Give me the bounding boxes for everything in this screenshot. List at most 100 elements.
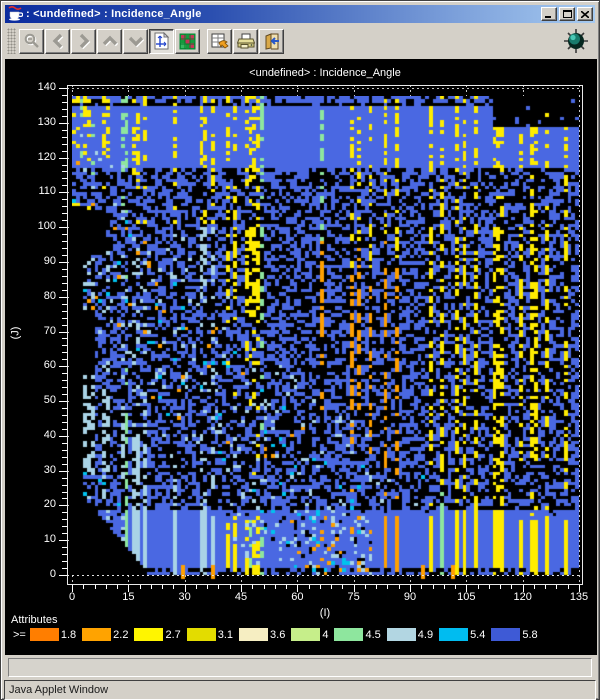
y-minor-tick bbox=[62, 130, 67, 131]
y-minor-tick bbox=[62, 492, 67, 493]
x-minor-tick bbox=[568, 585, 569, 589]
legend-value: 1.8 bbox=[61, 629, 76, 641]
up-button[interactable] bbox=[97, 29, 122, 54]
exit-door-icon bbox=[263, 33, 281, 50]
y-minor-tick bbox=[62, 373, 67, 374]
down-button[interactable] bbox=[123, 29, 148, 54]
y-minor-tick bbox=[62, 206, 67, 207]
print-button[interactable] bbox=[233, 29, 258, 54]
legend-swatch bbox=[291, 628, 320, 641]
toolbar-grip[interactable] bbox=[7, 28, 16, 54]
y-minor-tick bbox=[62, 178, 67, 179]
close-button[interactable] bbox=[577, 7, 593, 21]
x-minor-tick bbox=[117, 585, 118, 589]
chevron-left-icon bbox=[50, 33, 66, 49]
y-tick-label: 90 bbox=[15, 255, 56, 267]
y-minor-tick bbox=[62, 464, 67, 465]
plot-title: <undefined> : Incidence_Angle bbox=[67, 67, 583, 79]
plot-view-button[interactable] bbox=[149, 29, 174, 54]
previous-button[interactable] bbox=[45, 29, 70, 54]
y-minor-tick bbox=[62, 95, 67, 96]
chevron-right-icon bbox=[76, 33, 92, 49]
x-minor-tick bbox=[421, 585, 422, 589]
y-tick-label: 0 bbox=[15, 568, 56, 580]
y-major-tick bbox=[59, 227, 67, 228]
y-minor-tick bbox=[62, 457, 67, 458]
y-major-tick bbox=[59, 332, 67, 333]
x-tick-label: 75 bbox=[334, 591, 374, 603]
x-minor-tick bbox=[534, 585, 535, 589]
x-tick-label: 90 bbox=[390, 591, 430, 603]
y-minor-tick bbox=[62, 304, 67, 305]
x-tick-label: 45 bbox=[221, 591, 261, 603]
legend-value: 4.9 bbox=[418, 629, 433, 641]
x-minor-tick bbox=[511, 585, 512, 589]
y-minor-tick bbox=[62, 338, 67, 339]
y-minor-tick bbox=[62, 512, 67, 513]
x-minor-tick bbox=[376, 585, 377, 589]
applet-logo-icon bbox=[563, 28, 589, 54]
y-minor-tick bbox=[62, 429, 67, 430]
x-minor-tick bbox=[365, 585, 366, 589]
y-minor-tick bbox=[62, 241, 67, 242]
x-axis-label: (I) bbox=[305, 607, 345, 619]
y-major-tick bbox=[59, 88, 67, 89]
minimize-icon bbox=[545, 11, 553, 18]
legend-swatch bbox=[387, 628, 416, 641]
y-minor-tick bbox=[62, 318, 67, 319]
y-tick-label: 60 bbox=[15, 359, 56, 371]
y-minor-tick bbox=[62, 443, 67, 444]
y-minor-tick bbox=[62, 234, 67, 235]
x-minor-tick bbox=[455, 585, 456, 589]
y-minor-tick bbox=[62, 526, 67, 527]
plot-frame bbox=[67, 85, 583, 585]
toolbar bbox=[5, 23, 595, 59]
export-table-button[interactable] bbox=[207, 29, 232, 54]
x-minor-tick bbox=[218, 585, 219, 589]
raster-view-button[interactable] bbox=[175, 29, 200, 54]
x-minor-tick bbox=[320, 585, 321, 589]
exit-button[interactable] bbox=[259, 29, 284, 54]
y-minor-tick bbox=[62, 485, 67, 486]
applet-banner: Java Applet Window bbox=[4, 680, 596, 700]
plot-view-icon bbox=[153, 32, 170, 50]
maximize-button[interactable] bbox=[559, 7, 575, 21]
title-bar[interactable]: : <undefined> : Incidence_Angle bbox=[5, 5, 595, 23]
x-tick-label: 30 bbox=[165, 591, 205, 603]
y-major-tick bbox=[59, 401, 67, 402]
x-minor-tick bbox=[207, 585, 208, 589]
legend-swatch bbox=[187, 628, 216, 641]
x-minor-tick bbox=[286, 585, 287, 589]
x-minor-tick bbox=[173, 585, 174, 589]
y-major-tick bbox=[59, 158, 67, 159]
x-minor-tick bbox=[83, 585, 84, 589]
x-minor-tick bbox=[342, 585, 343, 589]
legend-swatch bbox=[239, 628, 268, 641]
y-minor-tick bbox=[62, 137, 67, 138]
y-major-tick bbox=[59, 297, 67, 298]
y-minor-tick bbox=[62, 276, 67, 277]
y-minor-tick bbox=[62, 533, 67, 534]
y-axis-label: (J) bbox=[9, 327, 21, 340]
y-minor-tick bbox=[62, 345, 67, 346]
y-tick-label: 120 bbox=[15, 151, 56, 163]
y-minor-tick bbox=[62, 165, 67, 166]
close-icon bbox=[581, 11, 589, 18]
minimize-button[interactable] bbox=[541, 7, 557, 21]
legend-swatch bbox=[334, 628, 363, 641]
applet-window: : <undefined> : Incidence_Angle bbox=[0, 0, 600, 700]
zoom-out-button[interactable] bbox=[19, 29, 44, 54]
y-minor-tick bbox=[62, 547, 67, 548]
y-minor-tick bbox=[62, 248, 67, 249]
next-button[interactable] bbox=[71, 29, 96, 54]
y-tick-label: 30 bbox=[15, 464, 56, 476]
y-minor-tick bbox=[62, 359, 67, 360]
y-minor-tick bbox=[62, 387, 67, 388]
x-minor-tick bbox=[433, 585, 434, 589]
x-minor-tick bbox=[399, 585, 400, 589]
legend-swatch bbox=[439, 628, 468, 641]
legend-value: 3.1 bbox=[218, 629, 233, 641]
x-minor-tick bbox=[309, 585, 310, 589]
window-title: : <undefined> : Incidence_Angle bbox=[26, 8, 202, 20]
x-tick-label: 15 bbox=[108, 591, 148, 603]
